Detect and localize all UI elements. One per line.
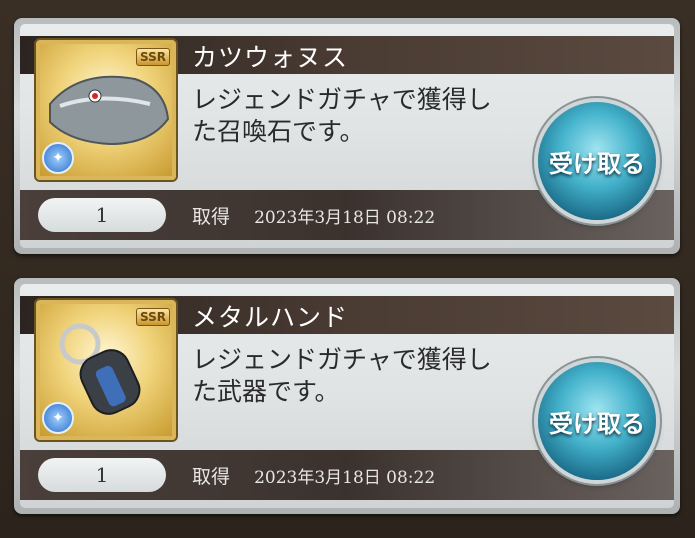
rarity-badge: SSR [136,308,170,326]
obtained-date: 2023年3月18日 08:22 [254,208,436,228]
water-icon: ✦ [42,142,74,174]
item-description: レジェンドガチャで獲得した召喚石です。 [192,85,492,146]
item-name: メタルハンド [192,303,349,332]
gift-card-panel: メタルハンド レジェンドガチャで獲得した武器です。 1 取得 2023年3月18… [20,284,674,508]
obtained-label: 取得 [192,466,231,488]
receive-button[interactable]: 受け取る [538,362,656,480]
item-description: レジェンドガチャで獲得した武器です。 [192,345,492,406]
gift-card-1: カツウォヌス レジェンドガチャで獲得した召喚石です。 1 取得 2023年3月1… [14,18,680,254]
obtained-line: 取得 2023年3月18日 08:22 [192,462,435,489]
water-icon: ✦ [42,402,74,434]
obtained-label: 取得 [192,206,231,228]
quantity-pill: 1 [38,198,166,232]
obtained-line: 取得 2023年3月18日 08:22 [192,202,435,229]
item-thumbnail: SSR ✦ [36,40,176,180]
rarity-badge: SSR [136,48,170,66]
item-thumbnail: SSR ✦ [36,300,176,440]
quantity-pill: 1 [38,458,166,492]
gift-card-panel: カツウォヌス レジェンドガチャで獲得した召喚石です。 1 取得 2023年3月1… [20,24,674,248]
item-name: カツウォヌス [192,43,349,72]
receive-button[interactable]: 受け取る [538,102,656,220]
obtained-date: 2023年3月18日 08:22 [254,468,436,488]
gift-card-2: メタルハンド レジェンドガチャで獲得した武器です。 1 取得 2023年3月18… [14,278,680,514]
